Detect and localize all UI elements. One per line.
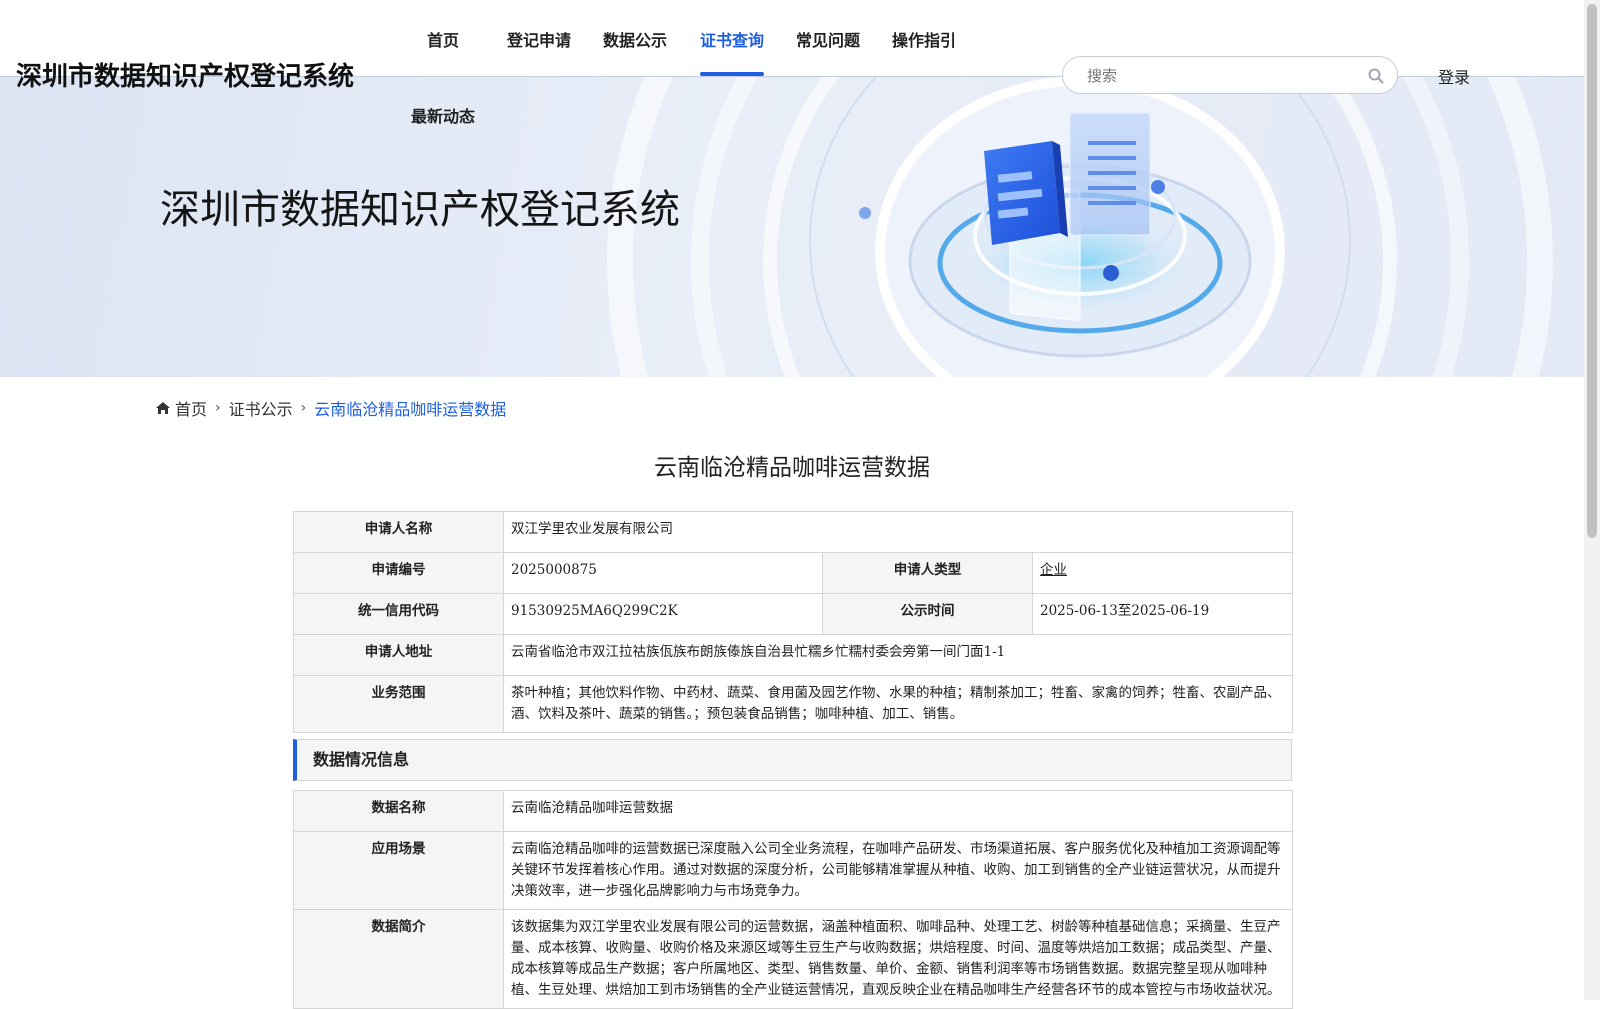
- login-button[interactable]: 登录: [1438, 64, 1470, 88]
- table-row: 申请人名称 双江学里农业发展有限公司: [293, 511, 1293, 553]
- detail-title: 云南临沧精品咖啡运营数据: [654, 455, 930, 481]
- data-intro-value: 该数据集为双江学里农业发展有限公司的运营数据，涵盖种植面积、咖啡品种、处理工艺、…: [503, 909, 1293, 1009]
- application-scenario-value: 云南临沧精品咖啡的运营数据已深度融入公司全业务流程，在咖啡产品研发、市场渠道拓展…: [503, 831, 1293, 910]
- banner-illustration: [607, 77, 1553, 377]
- table-row: 申请人地址 云南省临沧市双江拉祜族佤族布朗族傣族自治县忙糯乡忙糯村委会旁第一间门…: [293, 634, 1293, 676]
- credit-code-value: 91530925MA6Q299C2K: [503, 593, 823, 635]
- applicant-type-value[interactable]: 企业: [1040, 562, 1067, 578]
- table-row: 数据简介 该数据集为双江学里农业发展有限公司的运营数据，涵盖种植面积、咖啡品种、…: [293, 909, 1293, 1009]
- table-row: 业务范围 茶叶种植；其他饮料作物、中药材、蔬菜、食用菌及园艺作物、水果的种植；精…: [293, 675, 1293, 733]
- nav-data-publicity[interactable]: 数据公示: [603, 27, 667, 51]
- applicant-address-value: 云南省临沧市双江拉祜族佤族布朗族傣族自治县忙糯乡忙糯村委会旁第一间门面1-1: [503, 634, 1293, 676]
- search-input[interactable]: [1085, 57, 1349, 95]
- table-row: 数据名称 云南临沧精品咖啡运营数据: [293, 790, 1293, 832]
- nav-registration-apply[interactable]: 登记申请: [507, 27, 571, 51]
- breadcrumb-home[interactable]: 首页: [175, 396, 207, 420]
- nav-active-indicator: [700, 72, 764, 76]
- credit-code-label: 统一信用代码: [293, 593, 504, 635]
- breadcrumb-current: 云南临沧精品咖啡运营数据: [314, 400, 507, 419]
- table-row: 应用场景 云南临沧精品咖啡的运营数据已深度融入公司全业务流程，在咖啡产品研发、市…: [293, 831, 1293, 910]
- nav-latest-news[interactable]: 最新动态: [411, 103, 475, 127]
- table-row: 申请编号 2025000875 申请人类型 企业: [293, 552, 1293, 594]
- business-scope-value: 茶叶种植；其他饮料作物、中药材、蔬菜、食用菌及园艺作物、水果的种植；精制茶加工；…: [503, 675, 1293, 733]
- business-scope-label: 业务范围: [293, 675, 504, 733]
- scrollbar-thumb[interactable]: [1587, 4, 1597, 538]
- nav-home[interactable]: 首页: [427, 27, 459, 51]
- data-intro-label: 数据简介: [293, 909, 504, 1009]
- search-box: [1062, 56, 1398, 95]
- nav-guide[interactable]: 操作指引: [892, 27, 956, 51]
- nav-faq[interactable]: 常见问题: [796, 27, 860, 51]
- applicant-name-label: 申请人名称: [293, 511, 504, 553]
- application-number-label: 申请编号: [293, 552, 504, 594]
- home-icon: [156, 402, 170, 414]
- breadcrumb-certificate-publicity[interactable]: 证书公示: [229, 396, 293, 420]
- applicant-address-label: 申请人地址: [293, 634, 504, 676]
- chevron-right-icon: ›: [300, 400, 307, 416]
- applicant-type-label: 申请人类型: [822, 552, 1033, 594]
- application-scenario-label: 应用场景: [293, 831, 504, 910]
- breadcrumb: 首页 › 证书公示 › 云南临沧精品咖啡运营数据: [155, 396, 506, 420]
- table-row: 统一信用代码 91530925MA6Q299C2K 公示时间 2025-06-1…: [293, 593, 1293, 635]
- page-scrollbar[interactable]: [1584, 0, 1600, 1000]
- data-info-section-header: 数据情况信息: [293, 739, 1292, 781]
- banner-title: 深圳市数据知识产权登记系统: [160, 187, 680, 233]
- data-name-label: 数据名称: [293, 790, 504, 832]
- chevron-right-icon: ›: [215, 400, 221, 416]
- applicant-name-value: 双江学里农业发展有限公司: [503, 511, 1293, 553]
- application-number-value: 2025000875: [503, 552, 823, 594]
- site-title: 深圳市数据知识产权登记系统: [16, 62, 355, 92]
- publicity-time-label: 公示时间: [822, 593, 1033, 635]
- search-icon[interactable]: [1367, 67, 1385, 85]
- data-name-value: 云南临沧精品咖啡运营数据: [503, 790, 1293, 832]
- publicity-time-value: 2025-06-13至2025-06-19: [1032, 593, 1293, 635]
- nav-certificate-query[interactable]: 证书查询: [700, 27, 764, 51]
- data-info-table: 数据名称 云南临沧精品咖啡运营数据 应用场景 云南临沧精品咖啡的运营数据已深度融…: [293, 790, 1293, 1009]
- hero-banner: 深圳市数据知识产权登记系统: [0, 76, 1584, 377]
- applicant-info-table: 申请人名称 双江学里农业发展有限公司 申请编号 2025000875 申请人类型…: [293, 511, 1293, 733]
